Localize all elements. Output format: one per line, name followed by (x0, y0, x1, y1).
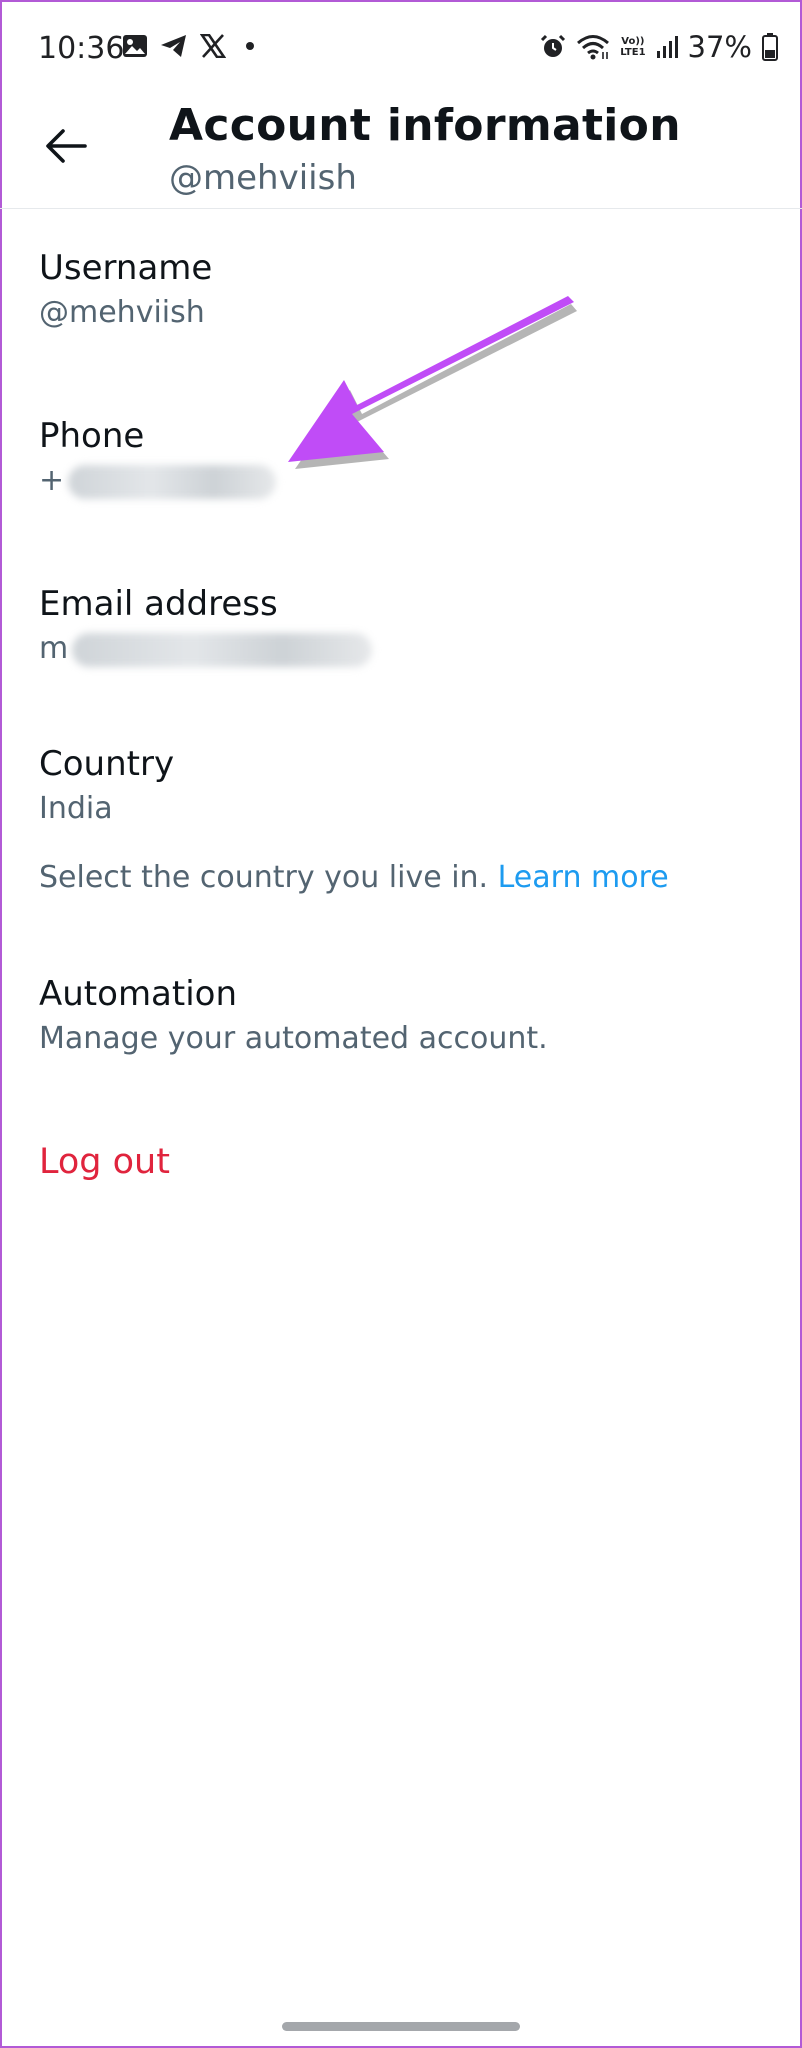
notification-dot (246, 42, 254, 50)
status-bar: 10:36 Vo)) LTE1 37% (0, 0, 802, 100)
automation-label: Automation (39, 974, 238, 1014)
system-status-icons: Vo)) LTE1 37% (540, 30, 778, 64)
phone-row[interactable]: Phone + (0, 416, 802, 516)
phone-prefix: + (39, 463, 65, 498)
automation-row[interactable]: Automation Manage your automated account… (0, 974, 802, 1074)
wifi-icon (577, 35, 610, 60)
volte-icon: Vo)) LTE1 (620, 36, 646, 58)
alarm-icon (541, 34, 566, 57)
automation-value: Manage your automated account. (39, 1021, 548, 1056)
email-row[interactable]: Email address m (0, 584, 802, 684)
learn-more-link[interactable]: Learn more (498, 860, 669, 895)
gallery-icon (123, 35, 147, 57)
back-button[interactable] (34, 114, 98, 178)
notification-icons (122, 34, 254, 58)
page-title: Account information (169, 100, 681, 151)
email-prefix: m (39, 631, 69, 666)
username-label: Username (39, 248, 213, 288)
country-value: India (39, 791, 113, 826)
country-row[interactable]: Country India (0, 744, 802, 844)
email-redacted-blur (72, 632, 373, 667)
country-label: Country (39, 744, 175, 784)
logout-button[interactable]: Log out (39, 1142, 170, 1182)
status-time: 10:36 (38, 31, 125, 66)
navigation-gesture-bar[interactable] (282, 2022, 520, 2031)
battery-icon (762, 33, 778, 61)
x-logo-icon (200, 34, 226, 58)
username-row[interactable]: Username @mehviish (0, 248, 802, 348)
email-value: m (39, 631, 373, 667)
phone-redacted-blur (68, 464, 277, 499)
phone-value: + (39, 463, 277, 499)
page-subtitle: @mehviish (169, 158, 357, 198)
country-hint: Select the country you live in. Learn mo… (39, 860, 669, 895)
app-header: Account information @mehviish (0, 100, 802, 209)
telegram-icon (161, 35, 186, 57)
phone-label: Phone (39, 416, 145, 456)
email-label: Email address (39, 584, 278, 624)
battery-percent: 37% (687, 30, 752, 64)
back-arrow-icon (46, 129, 87, 163)
username-value: @mehviish (39, 295, 205, 330)
signal-icon (656, 36, 678, 58)
country-hint-text: Select the country you live in. (39, 860, 489, 895)
